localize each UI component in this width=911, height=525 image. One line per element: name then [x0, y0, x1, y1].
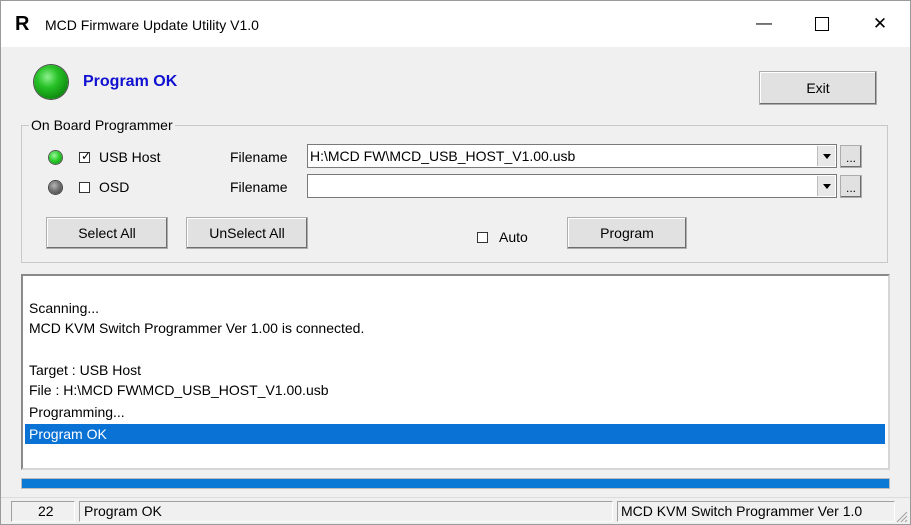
usb-host-checkbox[interactable]: ✓	[79, 149, 92, 163]
maximize-button[interactable]	[793, 1, 851, 47]
log-line-selected[interactable]: Program OK	[25, 424, 885, 444]
auto-checkbox[interactable]	[477, 232, 488, 243]
osd-browse-button[interactable]: ...	[840, 175, 862, 198]
group-label: On Board Programmer	[29, 117, 175, 133]
status-message: Program OK	[79, 501, 613, 522]
osd-led-icon	[49, 181, 62, 194]
status-bar: 22 Program OK MCD KVM Switch Programmer …	[1, 497, 910, 524]
minimize-icon: —	[756, 15, 772, 32]
log-line[interactable]: Scanning...	[29, 298, 888, 318]
status-count: 22	[11, 501, 75, 522]
title-bar[interactable]: R MCD Firmware Update Utility V1.0 — ✕	[1, 1, 910, 47]
usb-host-filename-label: Filename	[230, 149, 288, 165]
dropdown-arrow-icon[interactable]	[817, 176, 835, 196]
status-led-icon	[34, 65, 68, 99]
minimize-button[interactable]: —	[735, 1, 793, 47]
log-line[interactable]: MCD KVM Switch Programmer Ver 1.00 is co…	[29, 318, 888, 338]
log-listbox[interactable]: Scanning... MCD KVM Switch Programmer Ve…	[21, 274, 890, 470]
progress-bar	[21, 478, 890, 489]
exit-button-label: Exit	[806, 80, 830, 96]
usb-host-filename-combo[interactable]: H:\MCD FW\MCD_USB_HOST_V1.00.usb	[307, 144, 837, 168]
osd-filename-combo[interactable]	[307, 174, 837, 198]
unselect-all-label: UnSelect All	[209, 225, 285, 241]
status-version: MCD KVM Switch Programmer Ver 1.0	[617, 501, 895, 522]
program-label: Program	[600, 225, 654, 241]
usb-host-filename-value: H:\MCD FW\MCD_USB_HOST_V1.00.usb	[310, 148, 576, 164]
maximize-icon	[815, 17, 829, 31]
resize-grip-icon[interactable]	[896, 511, 908, 523]
log-line[interactable]: Target : USB Host	[29, 360, 888, 380]
log-line[interactable]	[29, 338, 888, 358]
unselect-all-button[interactable]: UnSelect All	[186, 217, 308, 249]
app-window: R MCD Firmware Update Utility V1.0 — ✕ P…	[0, 0, 911, 525]
osd-checkbox[interactable]	[79, 182, 90, 193]
usb-host-browse-label: ...	[845, 151, 856, 165]
osd-label: OSD	[99, 179, 130, 195]
usb-host-browse-button[interactable]: ...	[840, 145, 862, 168]
osd-browse-label: ...	[845, 181, 856, 195]
usb-host-led-icon	[49, 151, 62, 164]
dropdown-arrow-icon[interactable]	[817, 146, 835, 166]
app-r-icon: R	[15, 13, 30, 35]
checkmark-icon: ✓	[81, 149, 92, 163]
close-icon: ✕	[872, 14, 888, 33]
progress-fill	[22, 479, 889, 488]
select-all-button[interactable]: Select All	[46, 217, 168, 249]
usb-host-label: USB Host	[99, 149, 161, 165]
log-line[interactable]: File : H:\MCD FW\MCD_USB_HOST_V1.00.usb	[29, 380, 888, 400]
osd-filename-label: Filename	[230, 179, 288, 195]
window-title: MCD Firmware Update Utility V1.0	[45, 17, 259, 33]
exit-button[interactable]: Exit	[759, 71, 877, 105]
program-button[interactable]: Program	[567, 217, 687, 249]
log-line[interactable]: Programming...	[29, 402, 888, 422]
select-all-label: Select All	[78, 225, 136, 241]
close-button[interactable]: ✕	[851, 1, 909, 47]
program-status-text: Program OK	[83, 73, 178, 90]
auto-label: Auto	[499, 229, 528, 245]
